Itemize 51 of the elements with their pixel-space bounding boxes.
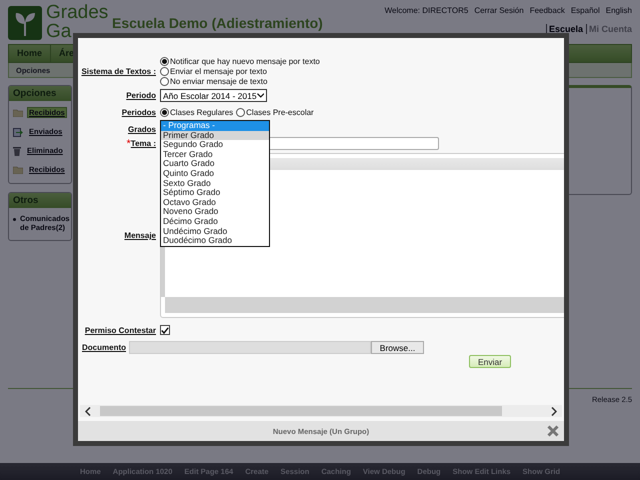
radio-button[interactable] [160, 77, 169, 86]
welcome-text: Welcome: DIRECTOR5 [384, 6, 468, 15]
school-title: Escuela Demo (Adiestramiento) [112, 15, 323, 31]
file-path-field[interactable] [129, 341, 371, 354]
radio-button[interactable] [160, 108, 169, 117]
radio-label: No enviar mensaje de texto [170, 77, 268, 86]
chevron-left-icon[interactable] [85, 406, 91, 416]
chevron-right-icon[interactable] [551, 406, 557, 416]
close-icon[interactable] [547, 425, 559, 437]
header-link[interactable]: English [606, 6, 632, 15]
period-select[interactable]: Año Escolar 2014 - 2015 [160, 89, 267, 102]
radio-option[interactable]: Notificar que hay nuevo mensaje por texto [160, 57, 564, 66]
dropdown-option[interactable]: Primer Grado [161, 130, 269, 140]
chevron-down-icon [256, 93, 264, 98]
radio-button[interactable] [236, 108, 246, 117]
field-label: Sistema de Textos : [81, 67, 156, 76]
radio-option[interactable]: Enviar el mensaje por texto [160, 67, 564, 76]
field-label: Tema : [130, 139, 156, 148]
panel-title: Opciones [9, 86, 71, 101]
radio-label: Enviar el mensaje por texto [170, 67, 267, 76]
checkmark-icon [161, 326, 169, 334]
required-asterisk: * [126, 140, 131, 148]
scrollbar-thumb[interactable] [100, 406, 502, 416]
bullet-icon [13, 218, 16, 221]
field-label: Permiso Contestar [84, 326, 156, 334]
send-button[interactable]: Enviar [469, 355, 511, 368]
horizontal-scrollbar[interactable] [80, 405, 562, 417]
sprout-icon [13, 10, 37, 36]
logo-text: Grades [46, 3, 108, 22]
field-label: Grados [128, 124, 156, 134]
field-label: Periodo [126, 91, 156, 100]
checkbox[interactable] [160, 325, 170, 335]
account-link[interactable]: Mi Cuenta [586, 24, 632, 34]
radio-label: Notificar que hay nuevo mensaje por texto [170, 57, 320, 66]
radio-option[interactable]: No enviar mensaje de texto [160, 77, 564, 86]
panel-title: Otros [9, 193, 71, 208]
radio-button[interactable] [160, 67, 169, 76]
dropdown-option[interactable]: - Programas - [161, 121, 269, 131]
field-label: Mensaje [124, 231, 156, 240]
header-link[interactable]: Feedback [530, 6, 565, 15]
browse-button[interactable]: Browse... [371, 341, 424, 354]
arrow-box-icon [13, 126, 23, 136]
field-label: Documento [82, 343, 126, 352]
trash-icon [13, 146, 21, 156]
folder-icon [13, 108, 23, 116]
radio-button[interactable] [160, 57, 169, 66]
folder-icon [13, 166, 23, 174]
field-label: Periodos [122, 108, 156, 117]
header-link[interactable]: Español [570, 6, 600, 15]
logo-text: Ga [46, 22, 72, 41]
header-link[interactable]: Cerrar Sesión [474, 6, 524, 15]
